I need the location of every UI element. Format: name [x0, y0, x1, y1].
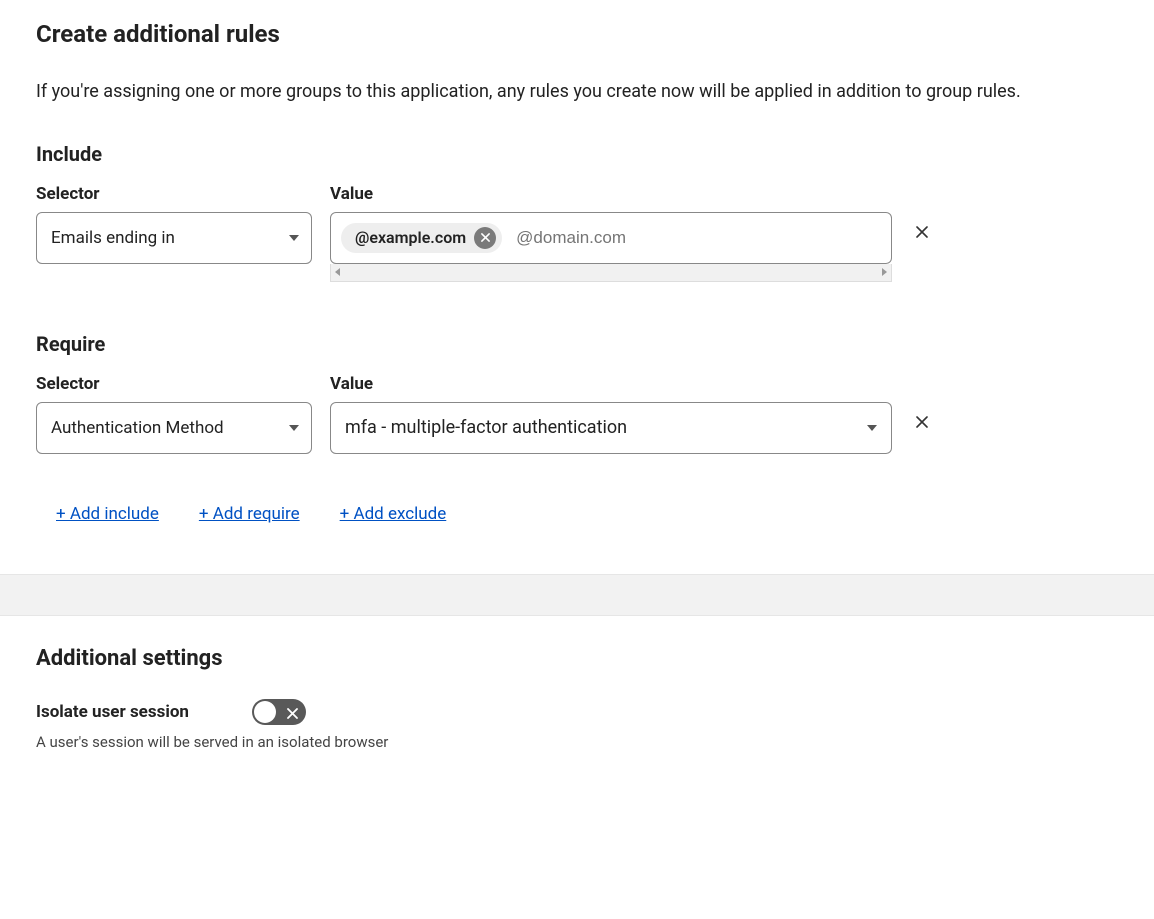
require-value-dropdown[interactable]: mfa - multiple-factor authentication	[330, 402, 892, 454]
isolate-session-label: Isolate user session	[36, 702, 252, 722]
include-heading: Include	[36, 142, 1118, 166]
chevron-down-icon	[867, 425, 877, 431]
require-heading: Require	[36, 332, 1118, 356]
additional-settings-heading: Additional settings	[36, 646, 1118, 671]
require-value-label: Value	[330, 374, 373, 394]
chip-remove-button[interactable]	[474, 227, 496, 249]
page-description: If you're assigning one or more groups t…	[36, 78, 1096, 107]
page-heading: Create additional rules	[36, 20, 1118, 48]
require-selector-text: Authentication Method	[51, 418, 224, 438]
remove-include-rule-button[interactable]	[912, 226, 932, 238]
remove-require-rule-button[interactable]	[912, 416, 932, 428]
section-divider	[0, 574, 1154, 616]
toggle-off-icon	[287, 704, 298, 723]
include-value-input-box[interactable]: @example.com	[330, 212, 892, 264]
require-selector-label: Selector	[36, 374, 330, 394]
require-selector-dropdown[interactable]: Authentication Method	[36, 402, 312, 454]
add-exclude-button[interactable]: + Add exclude	[340, 504, 447, 524]
scroll-right-icon[interactable]	[882, 268, 887, 276]
close-icon	[916, 416, 928, 428]
include-selector-text: Emails ending in	[51, 228, 175, 248]
close-icon	[481, 233, 490, 242]
email-chip: @example.com	[341, 223, 502, 253]
require-value-text: mfa - multiple-factor authentication	[345, 417, 627, 438]
toggle-knob	[254, 701, 276, 723]
chip-text: @example.com	[355, 228, 466, 247]
isolate-session-description: A user's session will be served in an is…	[36, 733, 1118, 751]
add-include-button[interactable]: + Add include	[56, 504, 159, 524]
chevron-down-icon	[289, 235, 299, 241]
include-selector-label: Selector	[36, 184, 330, 204]
close-icon	[916, 226, 928, 238]
include-selector-dropdown[interactable]: Emails ending in	[36, 212, 312, 264]
include-value-input[interactable]	[516, 228, 879, 248]
chevron-down-icon	[289, 425, 299, 431]
add-require-button[interactable]: + Add require	[199, 504, 300, 524]
isolate-session-toggle[interactable]	[252, 699, 306, 725]
scroll-left-icon[interactable]	[335, 268, 340, 276]
horizontal-scrollbar[interactable]	[330, 264, 892, 282]
include-value-label: Value	[330, 184, 373, 204]
